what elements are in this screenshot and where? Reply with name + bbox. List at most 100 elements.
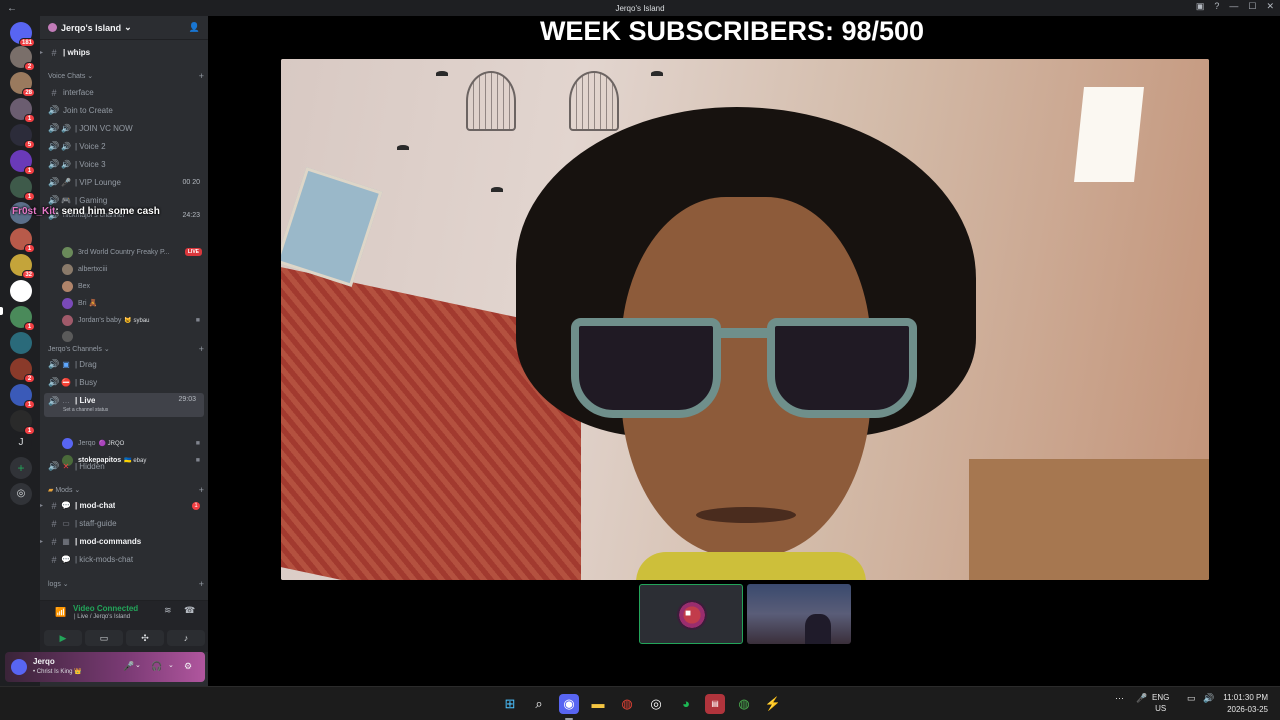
minimize-button[interactable]: — bbox=[1229, 1, 1238, 12]
lightning-app-icon[interactable]: ⚡ bbox=[763, 694, 783, 714]
channel-vip-lounge[interactable]: 🔊 🎤 | VIP Lounge 00 20 bbox=[40, 174, 208, 191]
app-icon[interactable]: ▤ bbox=[705, 694, 725, 714]
chrome-icon[interactable]: ◍ bbox=[617, 694, 637, 714]
server-icon[interactable] bbox=[10, 280, 32, 302]
windows-start-icon[interactable]: ⊞ bbox=[500, 694, 520, 714]
microphone-tray-icon[interactable]: 🎤 bbox=[1136, 693, 1147, 704]
server-icon[interactable]: 5 bbox=[10, 124, 35, 149]
close-button[interactable]: ✕ bbox=[1266, 1, 1274, 12]
voice-location[interactable]: | Live / Jerqo's Island bbox=[74, 614, 130, 620]
camera-button[interactable]: ▶ bbox=[44, 630, 82, 646]
server-icon[interactable]: 1 bbox=[10, 384, 35, 409]
network-icon[interactable]: ▭ bbox=[1187, 693, 1196, 704]
guild-header[interactable]: Jerqo's Island ⌄ 👤 bbox=[40, 16, 208, 40]
search-icon[interactable]: ⌕ bbox=[529, 694, 549, 714]
main-video-tile[interactable] bbox=[281, 59, 1209, 580]
server-icon[interactable]: 1 bbox=[10, 306, 35, 331]
channel-hidden[interactable]: 🔊 ✕ | Hidden bbox=[40, 458, 208, 475]
server-icon[interactable]: 32 bbox=[10, 254, 35, 279]
avatar bbox=[62, 330, 73, 342]
server-icon[interactable]: 2 bbox=[10, 46, 35, 71]
category-logs[interactable]: logs ⌄ + bbox=[48, 578, 204, 590]
voice-member[interactable]: albertxciii bbox=[62, 261, 202, 277]
system-clock[interactable]: 11:01:30 PM 2026-03-25 bbox=[1223, 692, 1268, 716]
server-icon-letter[interactable]: J bbox=[10, 432, 32, 454]
channel-drag[interactable]: 🔊 ▣ | Drag bbox=[40, 356, 208, 373]
volume-icon[interactable]: 🔊 bbox=[1203, 693, 1214, 704]
file-explorer-icon[interactable]: ▬ bbox=[588, 694, 608, 714]
voice-member[interactable]: Bri 🧸 bbox=[62, 295, 202, 311]
person-sunglasses bbox=[571, 312, 921, 422]
settings-gear-icon[interactable]: ⚙ bbox=[184, 661, 192, 672]
tray-overflow-icon[interactable]: ⋯ bbox=[1115, 693, 1124, 704]
add-server-icon[interactable]: + bbox=[10, 457, 32, 479]
server-icon[interactable]: 1 bbox=[10, 150, 35, 175]
server-icon[interactable]: 1 bbox=[10, 176, 35, 201]
server-icon[interactable] bbox=[10, 332, 32, 354]
soundboard-button[interactable]: ♪ bbox=[167, 630, 205, 646]
help-icon[interactable]: ? bbox=[1214, 1, 1219, 12]
voice-member[interactable]: Jordan's baby 😺 sybau ■ bbox=[62, 312, 202, 328]
add-channel-icon[interactable]: + bbox=[199, 579, 204, 589]
server-badge: 1 bbox=[24, 192, 35, 201]
speaker-emoji-icon: 🔊 bbox=[61, 124, 71, 133]
voice-member[interactable] bbox=[62, 328, 202, 344]
disconnect-icon[interactable]: ☎ bbox=[184, 605, 195, 616]
speaker-icon: 🔊 bbox=[48, 123, 60, 133]
chevron-down-icon[interactable]: ⌄ bbox=[135, 661, 141, 669]
category-voice-chats[interactable]: Voice Chats ⌄ + bbox=[48, 70, 204, 82]
add-channel-icon[interactable]: + bbox=[199, 71, 204, 81]
voice-member[interactable]: Jerqo 🟣 JRQO ■ bbox=[62, 435, 202, 451]
crown-emoji-icon: 🎤 bbox=[61, 178, 71, 187]
channel-mod-chat[interactable]: ▸ # 💬 | mod-chat 1 bbox=[40, 497, 208, 514]
server-icon[interactable]: 1 bbox=[10, 410, 35, 435]
voice-state[interactable]: Video Connected bbox=[73, 604, 138, 613]
channel-whips[interactable]: ▸ # | whips bbox=[40, 44, 208, 61]
chevron-down-icon[interactable]: ⌄ bbox=[168, 661, 174, 669]
username[interactable]: Jerqo bbox=[33, 657, 55, 666]
avatar[interactable] bbox=[11, 659, 27, 675]
channel-voice-3[interactable]: 🔊 🔊 | Voice 3 bbox=[40, 156, 208, 173]
signal-icon[interactable]: 📶 bbox=[55, 607, 66, 618]
server-icon[interactable]: 28 bbox=[10, 72, 35, 97]
channel-staff-guide[interactable]: # ▭ | staff-guide bbox=[40, 515, 208, 532]
voice-member[interactable]: 3rd World Country Freaky P... LIVE bbox=[62, 244, 202, 260]
channel-interface[interactable]: # interface bbox=[40, 84, 208, 101]
channel-join-to-create[interactable]: 🔊 Join to Create bbox=[40, 102, 208, 119]
channel-kick-mods-chat[interactable]: # 💬 | kick-mods-chat bbox=[40, 551, 208, 568]
discord-app-icon[interactable]: ◉ bbox=[559, 694, 579, 714]
channel-join-vc-now[interactable]: 🔊 🔊 | JOIN VC NOW bbox=[40, 120, 208, 137]
set-channel-status[interactable]: Set a channel status bbox=[63, 407, 108, 413]
sunglasses-lens bbox=[767, 318, 917, 418]
microphone-icon[interactable]: 🎤 bbox=[123, 661, 134, 672]
channel-mod-commands[interactable]: ▸ # ▦ | mod-commands bbox=[40, 533, 208, 550]
channel-busy[interactable]: 🔊 ⛔ | Busy bbox=[40, 374, 208, 391]
custom-status: • Christ Is King 👑 bbox=[33, 669, 82, 675]
add-channel-icon[interactable]: + bbox=[199, 344, 204, 354]
input-language[interactable]: ENG US bbox=[1152, 692, 1169, 714]
participant-tile-self[interactable]: ■ bbox=[639, 584, 743, 644]
person-shirt bbox=[636, 552, 866, 580]
chrome-canary-icon[interactable]: ◍ bbox=[734, 694, 754, 714]
maximize-button[interactable]: ☐ bbox=[1248, 1, 1256, 12]
activities-button[interactable]: ✣ bbox=[126, 630, 164, 646]
obs-icon[interactable]: ◎ bbox=[646, 694, 666, 714]
channel-live[interactable]: 🔊 … | Live 29:03 Set a channel status bbox=[44, 393, 204, 417]
screen-share-button[interactable]: ▭ bbox=[85, 630, 123, 646]
noise-suppression-icon[interactable]: ≋ bbox=[164, 605, 172, 616]
add-channel-icon[interactable]: + bbox=[199, 485, 204, 495]
channel-label: | whips bbox=[63, 48, 91, 57]
channel-voice-2[interactable]: 🔊 🔊 | Voice 2 bbox=[40, 138, 208, 155]
server-icon[interactable]: 2 bbox=[10, 358, 35, 383]
category-mods[interactable]: ▰ Mods ⌄ + bbox=[48, 484, 204, 496]
headphones-icon[interactable]: 🎧 bbox=[151, 661, 162, 672]
participant-tile-stream[interactable] bbox=[747, 584, 851, 644]
discover-icon[interactable]: ◎ bbox=[10, 483, 32, 505]
voice-member[interactable]: Bex bbox=[62, 278, 202, 294]
inbox-icon[interactable]: ▣ bbox=[1196, 1, 1205, 12]
server-icon[interactable]: 1 bbox=[10, 228, 35, 253]
category-jerqos-channels[interactable]: Jerqo's Channels ⌄ + bbox=[48, 343, 204, 355]
server-icon[interactable]: 1 bbox=[10, 98, 35, 123]
spotify-icon[interactable]: ◕ bbox=[676, 694, 696, 714]
home-button[interactable]: 181 bbox=[10, 22, 35, 47]
